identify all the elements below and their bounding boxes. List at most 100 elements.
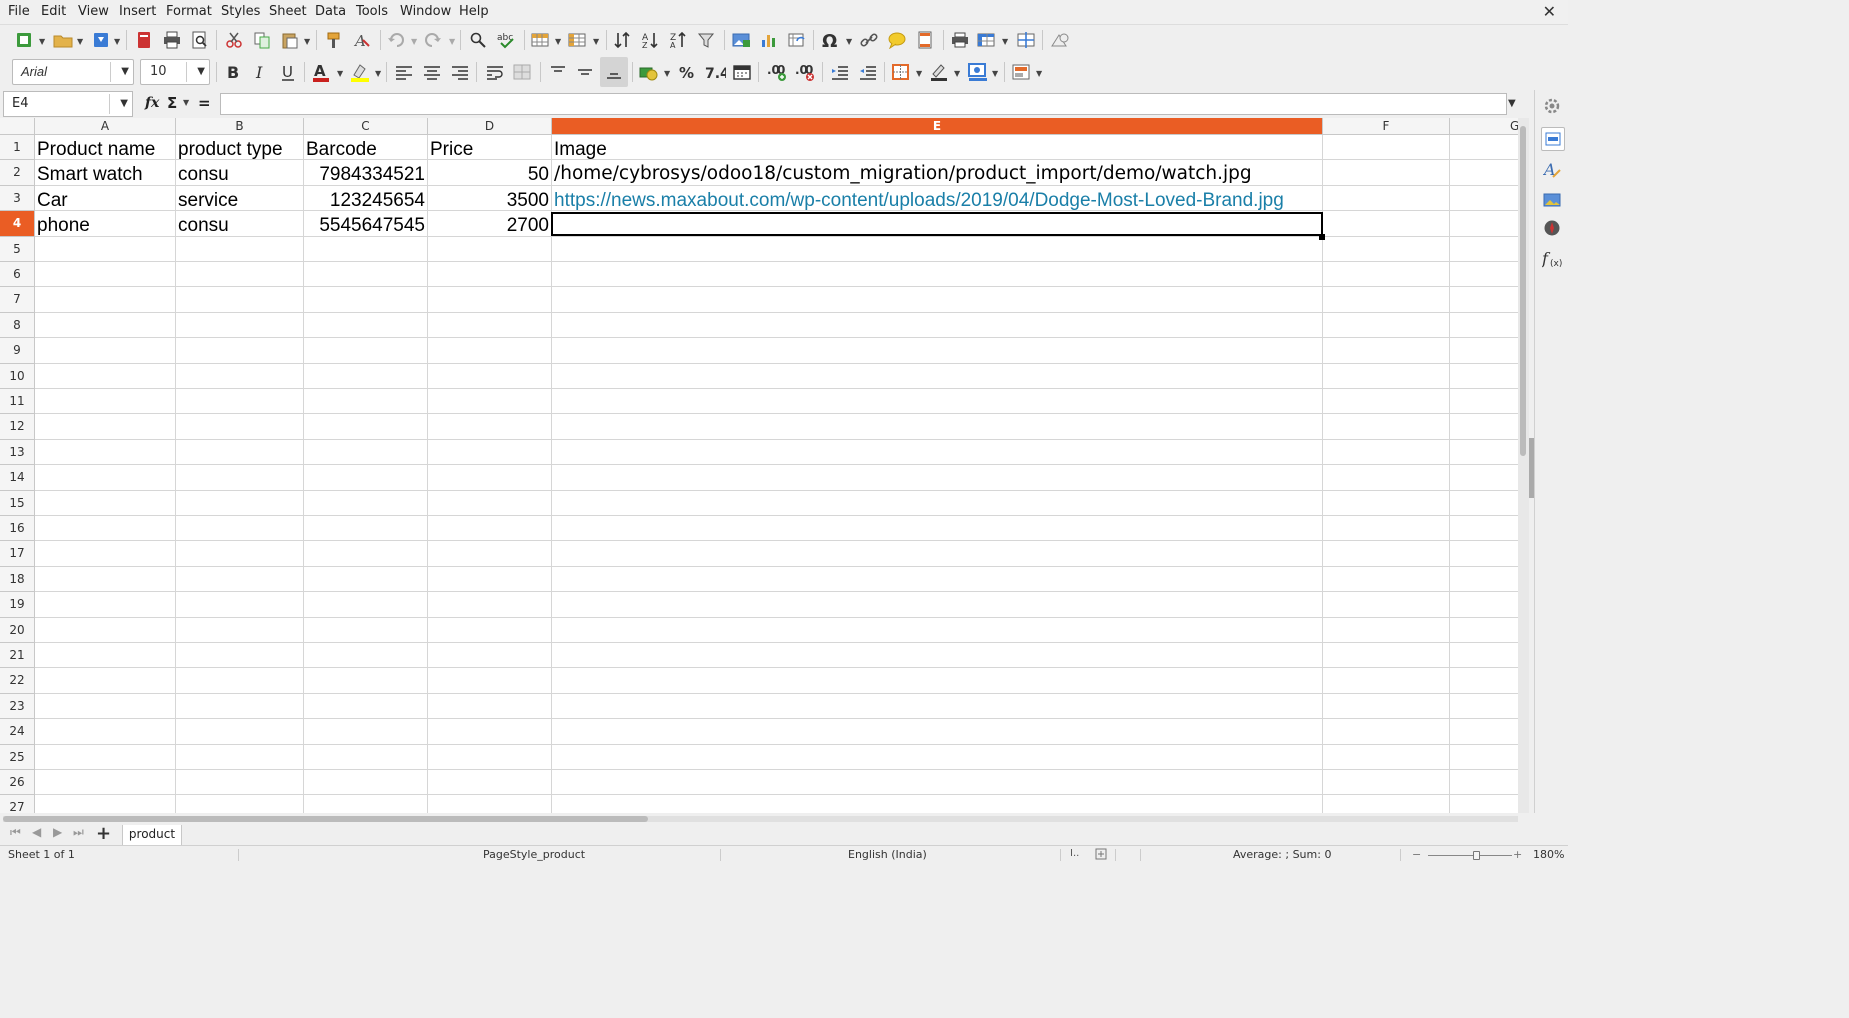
row-header-12[interactable]: 12 xyxy=(0,414,35,440)
row-header-26[interactable]: 26 xyxy=(0,770,35,796)
align-top-icon[interactable] xyxy=(546,59,570,85)
sidebar-navigator-icon[interactable] xyxy=(1541,217,1563,239)
selection-mode-icon[interactable]: I.. xyxy=(1070,848,1079,859)
column-header-d[interactable]: D xyxy=(428,118,552,135)
row-header-9[interactable]: 9 xyxy=(0,338,35,364)
wrap-text-icon[interactable] xyxy=(483,59,507,85)
highlighting-color-icon[interactable] xyxy=(346,59,374,85)
align-center-icon[interactable] xyxy=(420,59,444,85)
underline-icon[interactable]: U xyxy=(276,59,300,85)
row-header-19[interactable]: 19 xyxy=(0,592,35,618)
clone-formatting-icon[interactable] xyxy=(322,27,346,53)
cell-a3[interactable]: Car xyxy=(37,190,68,212)
chevron-down-icon[interactable]: ▼ xyxy=(1002,37,1008,46)
sort-descending-icon[interactable]: ZA xyxy=(666,27,690,53)
select-all-corner[interactable] xyxy=(0,118,35,135)
cell-e2[interactable]: /home/cybrosys/odoo18/custom_migration/p… xyxy=(554,163,1252,184)
cell-d2[interactable]: 50 xyxy=(428,164,549,186)
align-bottom-icon[interactable] xyxy=(600,57,628,87)
row-header-5[interactable]: 5 xyxy=(0,236,35,262)
first-sheet-icon[interactable]: ⏮ xyxy=(10,825,21,840)
row-header-4[interactable]: 4 xyxy=(0,211,35,237)
menu-view[interactable]: View xyxy=(78,4,109,19)
font-size-combobox[interactable]: 10 ▼ xyxy=(140,59,210,85)
print-preview-icon[interactable] xyxy=(188,27,212,53)
chevron-down-icon[interactable]: ▼ xyxy=(183,98,189,107)
row-header-14[interactable]: 14 xyxy=(0,465,35,491)
cell-e1[interactable]: Image xyxy=(554,139,607,161)
row-header-18[interactable]: 18 xyxy=(0,566,35,593)
percent-format-icon[interactable]: % xyxy=(675,59,699,85)
chevron-down-icon[interactable]: ▼ xyxy=(77,37,83,46)
center-vertically-icon[interactable] xyxy=(573,59,597,85)
increase-indent-icon[interactable] xyxy=(828,59,852,85)
sidebar-settings-gear-icon[interactable] xyxy=(1541,95,1563,117)
previous-sheet-icon[interactable]: ◀ xyxy=(32,825,41,839)
menu-format[interactable]: Format xyxy=(166,4,212,19)
chevron-down-icon[interactable]: ▼ xyxy=(593,37,599,46)
chevron-down-icon[interactable]: ▼ xyxy=(121,66,129,77)
sidebar-styles-icon[interactable]: A xyxy=(1541,159,1563,181)
print-icon[interactable] xyxy=(160,27,184,53)
menu-data[interactable]: Data xyxy=(315,4,346,19)
border-color-icon[interactable] xyxy=(964,59,992,85)
zoom-slider[interactable] xyxy=(1428,855,1512,856)
sort-ascending-icon[interactable]: AZ xyxy=(638,27,662,53)
new-document-icon[interactable] xyxy=(12,27,36,53)
freeze-rows-columns-icon[interactable] xyxy=(974,27,998,53)
chevron-down-icon[interactable]: ▼ xyxy=(39,37,45,46)
column-header-a[interactable]: A xyxy=(35,118,176,135)
chevron-down-icon[interactable]: ▼ xyxy=(375,69,381,78)
row-header-3[interactable]: 3 xyxy=(0,185,35,212)
row-header-21[interactable]: 21 xyxy=(0,643,35,669)
merge-center-icon[interactable] xyxy=(510,59,534,85)
row-header-7[interactable]: 7 xyxy=(0,287,35,313)
hyperlink-icon[interactable] xyxy=(857,27,881,53)
horizontal-scrollbar-thumb[interactable] xyxy=(3,816,648,822)
split-window-icon[interactable] xyxy=(1014,27,1038,53)
special-character-icon[interactable]: Ω xyxy=(818,27,842,53)
chevron-down-icon[interactable]: ▼ xyxy=(120,98,128,109)
export-pdf-icon[interactable] xyxy=(132,27,156,53)
clear-formatting-icon[interactable]: A xyxy=(350,27,374,53)
spelling-icon[interactable]: abc xyxy=(494,27,520,53)
row-header-24[interactable]: 24 xyxy=(0,719,35,745)
row-header-16[interactable]: 16 xyxy=(0,516,35,542)
add-sheet-icon[interactable]: + xyxy=(96,823,111,844)
align-right-icon[interactable] xyxy=(448,59,472,85)
insert-image-icon[interactable] xyxy=(729,27,753,53)
expand-formula-bar-icon[interactable]: ▼ xyxy=(1508,98,1516,109)
chevron-down-icon[interactable]: ▼ xyxy=(449,37,455,46)
autofill-handle[interactable] xyxy=(1319,234,1325,240)
comment-icon[interactable] xyxy=(885,27,909,53)
find-replace-icon[interactable] xyxy=(466,27,490,53)
cell-d4[interactable]: 2700 xyxy=(428,215,549,237)
row-header-25[interactable]: 25 xyxy=(0,744,35,770)
chevron-down-icon[interactable]: ▼ xyxy=(916,69,922,78)
row-header-13[interactable]: 13 xyxy=(0,439,35,466)
cell-c3[interactable]: 123245654 xyxy=(304,190,425,212)
currency-format-icon[interactable] xyxy=(636,59,662,85)
date-format-icon[interactable] xyxy=(730,59,754,85)
chevron-down-icon[interactable]: ▼ xyxy=(1036,69,1042,78)
borders-icon[interactable] xyxy=(888,59,914,85)
row-header-20[interactable]: 20 xyxy=(0,617,35,643)
undo-icon[interactable] xyxy=(384,27,408,53)
sort-icon[interactable] xyxy=(610,27,634,53)
italic-icon[interactable]: I xyxy=(248,59,272,85)
column-header-b[interactable]: B xyxy=(176,118,304,135)
sum-icon[interactable]: Σ xyxy=(167,94,177,112)
sidebar-gallery-icon[interactable] xyxy=(1541,189,1563,211)
row-header-2[interactable]: 2 xyxy=(0,160,35,186)
cell-d1[interactable]: Price xyxy=(430,139,473,161)
cell-a4[interactable]: phone xyxy=(37,215,90,237)
pivot-table-icon[interactable] xyxy=(785,27,809,53)
row-header-22[interactable]: 22 xyxy=(0,668,35,694)
cell-b3[interactable]: service xyxy=(178,190,238,212)
chevron-down-icon[interactable]: ▼ xyxy=(992,69,998,78)
formula-icon[interactable]: = xyxy=(198,94,211,112)
active-cell-cursor[interactable] xyxy=(551,212,1323,236)
insert-column-icon[interactable] xyxy=(565,27,589,53)
menu-window[interactable]: Window xyxy=(400,4,451,19)
chevron-down-icon[interactable]: ▼ xyxy=(555,37,561,46)
